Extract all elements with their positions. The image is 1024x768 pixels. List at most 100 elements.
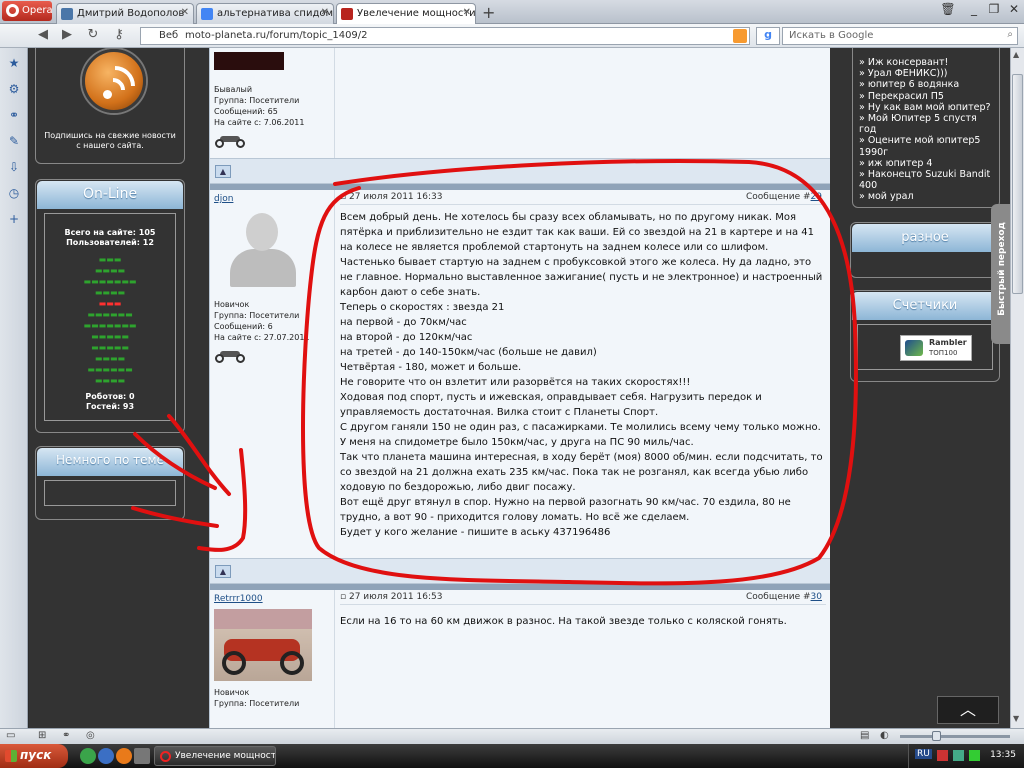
quick-nav-tab[interactable]: Быстрый переход [991, 204, 1010, 344]
minimize-icon[interactable]: _ [964, 2, 984, 20]
opera-menu-button[interactable]: Opera [2, 1, 53, 21]
history-icon[interactable]: ◷ [7, 186, 21, 200]
subscribe-text: Подпишись на свежие новости с нашего сай… [44, 131, 176, 150]
bookmarks-star-icon[interactable]: ★ [7, 56, 21, 70]
users-count: Пользователей: 12 [66, 238, 154, 247]
maximize-icon[interactable]: ❐ [984, 2, 1004, 20]
forum-posts: Бывалый Группа: Посетители Сообщений: 65… [209, 48, 830, 728]
tab-bar: Opera Дмитрий Водополов ✕ альтернатива с… [0, 0, 1024, 24]
tray-status-icon[interactable] [969, 750, 980, 761]
topic-link[interactable]: » Урал ФЕНИКС))) [859, 68, 993, 79]
user-since: На сайте с: 27.07.2011 [214, 333, 310, 342]
post-author-info: djon Новичок Группа: Посетители Сообщени… [210, 190, 335, 558]
url-text[interactable]: moto-planeta.ru/forum/topic_1409/2 [185, 30, 368, 41]
rss-feed-icon[interactable] [733, 29, 747, 43]
firefox-icon[interactable] [116, 748, 132, 764]
view-icon[interactable]: ▤ [860, 730, 869, 741]
close-window-icon[interactable]: ✕ [1004, 2, 1024, 20]
topic-link[interactable]: » Перекрасил П5 [859, 91, 993, 102]
scrollbar-thumb[interactable] [1012, 74, 1023, 294]
search-input[interactable]: Искать в Google ⌕ [782, 27, 1018, 45]
topic-link[interactable]: » Наконецто Suzuki Bandit 400 [859, 169, 993, 191]
rss-subscribe-icon[interactable] [82, 49, 146, 115]
system-tray: RU 13:35 [908, 744, 1024, 768]
tray-network-icon[interactable] [953, 750, 964, 761]
new-tab-icon[interactable]: + [482, 3, 495, 22]
unite-status-icon[interactable]: ⚭ [62, 730, 70, 741]
tab-vk[interactable]: Дмитрий Водополов ✕ [56, 3, 194, 24]
author-link[interactable]: djon [214, 194, 330, 205]
scroll-up-button[interactable]: ▲ [215, 165, 231, 178]
search-engine-select[interactable]: g [756, 27, 780, 45]
topic-link[interactable]: » юпитер 6 водянка [859, 79, 993, 90]
icq-icon[interactable] [80, 748, 96, 764]
rambler-top100-badge[interactable]: Rambler ТОП100 [900, 335, 972, 361]
tab-google[interactable]: альтернатива спидомет... ✕ [196, 3, 334, 24]
downloads-icon[interactable]: ⇩ [7, 160, 21, 174]
zoom-out-icon[interactable]: ◐ [880, 730, 889, 741]
add-panel-icon[interactable]: + [7, 212, 21, 226]
misc-widget: разное [850, 222, 1000, 278]
close-tab-icon[interactable]: ✕ [181, 7, 189, 18]
user-group: Группа: Посетители [214, 699, 300, 708]
turbo-icon[interactable]: ◎ [86, 730, 95, 741]
post-icon: ▫ [340, 592, 347, 602]
address-bar[interactable]: Веб moto-planeta.ru/forum/topic_1409/2 [140, 27, 750, 45]
moto-favicon-icon [341, 8, 353, 20]
topic-link[interactable]: » мой урал [859, 191, 993, 202]
topic-link[interactable]: » Мой Юпитер 5 спустя год [859, 113, 993, 135]
key-icon[interactable]: ⚷ [110, 27, 128, 45]
speed-dial-icon[interactable]: ⊞ [38, 730, 46, 741]
language-indicator[interactable]: RU [915, 749, 932, 759]
online-widget: On-Line Всего на сайте: 105 Пользователе… [35, 179, 185, 433]
scroll-up-button[interactable]: ▲ [215, 565, 231, 578]
clock: 13:35 [990, 750, 1016, 760]
counters-title: Счетчики [852, 292, 998, 320]
post-number[interactable]: Сообщение #30 [746, 592, 822, 602]
author-link[interactable]: Retrrr1000 [214, 594, 330, 605]
unite-icon[interactable]: ⚭ [7, 108, 21, 122]
notes-icon[interactable]: ✎ [7, 134, 21, 148]
back-icon[interactable]: ◀ [34, 27, 52, 45]
topic-link[interactable]: » иж юпитер 4 [859, 158, 993, 169]
scroll-up-arrow-icon[interactable]: ▲ [1013, 50, 1019, 59]
forward-icon[interactable]: ▶ [58, 27, 76, 45]
opera-icon [160, 751, 171, 762]
topic-link[interactable]: » Ну как вам мой юпитер? [859, 102, 993, 113]
post-header: ▫ 27 июля 2011 16:53 Сообщение #30 [340, 590, 826, 605]
guests-count: Гостей: 93 [85, 402, 135, 411]
start-button[interactable]: пуск [0, 744, 68, 768]
post-body: ▫ 27 июля 2011 16:53 Сообщение #30 Если … [336, 590, 830, 728]
tab-moto-planeta[interactable]: Увелечение мощности ... ✕ [336, 3, 476, 24]
quick-launch-more-icon[interactable] [134, 748, 150, 764]
close-tab-icon[interactable]: ✕ [321, 7, 329, 18]
user-rank: Бывалый [214, 85, 253, 94]
post-body: ▫ 27 июля 2011 16:33 Сообщение #29 Всем … [336, 190, 830, 558]
user-rank: Новичок [214, 300, 250, 309]
search-icon[interactable]: ⌕ [1007, 29, 1013, 40]
widgets-gear-icon[interactable]: ⚙ [7, 82, 21, 96]
zoom-slider-knob[interactable] [932, 731, 941, 741]
topic-link[interactable]: » Оцените мой юпитер5 1990г [859, 135, 993, 157]
trash-icon[interactable]: 🗑 [938, 2, 958, 20]
back-to-top-button[interactable]: ︿ [937, 696, 999, 724]
scroll-down-arrow-icon[interactable]: ▼ [1013, 714, 1019, 723]
panel-toggle-icon[interactable]: ▭ [6, 730, 15, 741]
user-rank: Новичок [214, 688, 250, 697]
related-box [44, 480, 176, 506]
topic-link[interactable]: » Иж консервант! [859, 57, 993, 68]
post-text: Если на 16 то на 60 км движок в разнос. … [340, 616, 787, 627]
reload-icon[interactable]: ↻ [84, 27, 102, 45]
desktop-icon[interactable] [98, 748, 114, 764]
post-number[interactable]: Сообщение #29 [746, 192, 822, 202]
navigation-bar: ◀ ▶ ↻ ⚷ Веб moto-planeta.ru/forum/topic_… [0, 24, 1024, 48]
taskbar-opera-window[interactable]: Увелечение мощност... [154, 746, 276, 766]
close-tab-icon[interactable]: ✕ [463, 7, 471, 18]
tray-app-icon[interactable] [937, 750, 948, 761]
post-text: Всем добрый день. Не хотелось бы сразу в… [340, 212, 823, 538]
tab-title: альтернатива спидомет... [217, 8, 334, 19]
zoom-slider[interactable] [900, 731, 1010, 741]
user-group: Группа: Посетители [214, 311, 300, 320]
user-since: На сайте с: 7.06.2011 [214, 118, 305, 127]
vertical-scrollbar[interactable]: ▲ ▼ [1010, 48, 1024, 728]
